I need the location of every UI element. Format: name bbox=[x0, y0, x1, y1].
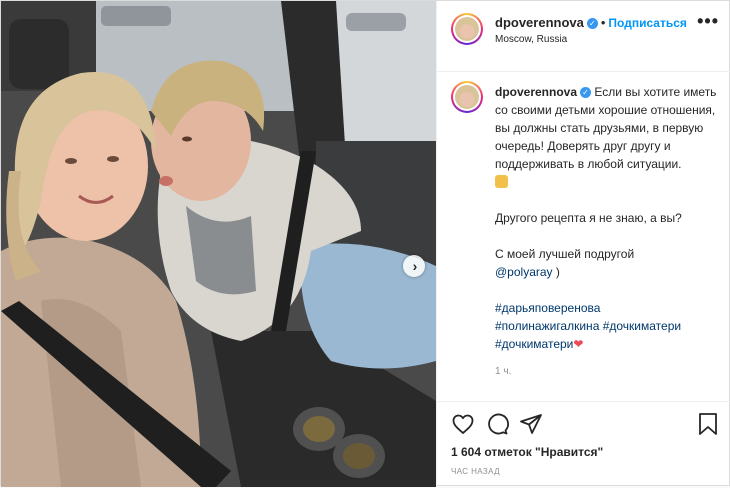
username-link[interactable]: dpoverennova bbox=[495, 15, 584, 30]
hashtag-link[interactable]: #дочкиматери bbox=[495, 337, 573, 351]
caption-text: dpoverennova ✓ Если вы хотите иметь со св… bbox=[495, 83, 719, 381]
caption-paragraph-2: Другого рецепта я не знаю, а вы? bbox=[495, 211, 682, 225]
post-side-panel: dpoverennova ✓ • Подписаться Moscow, Russia… bbox=[436, 1, 730, 487]
emoji-icon bbox=[495, 175, 508, 188]
photo-illustration bbox=[1, 1, 436, 487]
verified-badge-icon: ✓ bbox=[580, 87, 592, 98]
post-photo[interactable]: › bbox=[1, 1, 436, 487]
mention-link[interactable]: @polyaray bbox=[495, 265, 553, 279]
caption-paragraph-3: С моей лучшей подругой @polyaray ) bbox=[495, 247, 635, 279]
hashtag-link[interactable]: #дарьяповеренова bbox=[495, 301, 600, 315]
paper-plane-icon[interactable] bbox=[519, 412, 543, 436]
follow-button[interactable]: Подписаться bbox=[608, 16, 686, 30]
post-caption: dpoverennova ✓ Если вы хотите иметь со св… bbox=[437, 71, 730, 389]
bookmark-icon bbox=[699, 413, 717, 435]
caption-username[interactable]: dpoverennova bbox=[495, 85, 577, 99]
caption-avatar[interactable] bbox=[451, 81, 483, 113]
header-user-line: dpoverennova ✓ • Подписаться bbox=[495, 15, 687, 30]
hashtag-link[interactable]: #полинажигалкина bbox=[495, 319, 599, 333]
post-header: dpoverennova ✓ • Подписаться Moscow, Russia… bbox=[437, 1, 730, 72]
dot-separator: • bbox=[600, 15, 606, 30]
heart-outline-icon[interactable] bbox=[451, 412, 475, 436]
instagram-post: › dpoverennova ✓ • Подписаться Moscow, Russ… bbox=[0, 0, 730, 487]
avatar-image bbox=[455, 85, 479, 109]
more-options-icon[interactable]: ••• bbox=[697, 11, 719, 32]
avatar-image bbox=[455, 17, 479, 41]
post-actions: 1 604 отметок "Нравится" ЧАС НАЗАД bbox=[437, 401, 730, 488]
action-icons bbox=[451, 412, 543, 436]
hashtag-link[interactable]: #дочкиматери bbox=[603, 319, 681, 333]
chevron-right-icon: › bbox=[412, 258, 418, 274]
post-timestamp[interactable]: ЧАС НАЗАД bbox=[451, 467, 500, 476]
save-button[interactable] bbox=[697, 412, 719, 436]
comment-bubble-icon[interactable] bbox=[485, 412, 509, 436]
caption-time: 1 ч. bbox=[495, 366, 512, 377]
likes-count[interactable]: 1 604 отметок "Нравится" bbox=[451, 445, 603, 459]
heart-emoji-icon: ❤ bbox=[573, 337, 584, 351]
next-photo-button[interactable]: › bbox=[403, 255, 425, 277]
location-link[interactable]: Moscow, Russia bbox=[495, 34, 567, 45]
hashtags: #дарьяповеренова #полинажигалкина #дочки… bbox=[495, 299, 719, 353]
verified-badge-icon: ✓ bbox=[586, 18, 598, 29]
avatar[interactable] bbox=[451, 13, 483, 45]
